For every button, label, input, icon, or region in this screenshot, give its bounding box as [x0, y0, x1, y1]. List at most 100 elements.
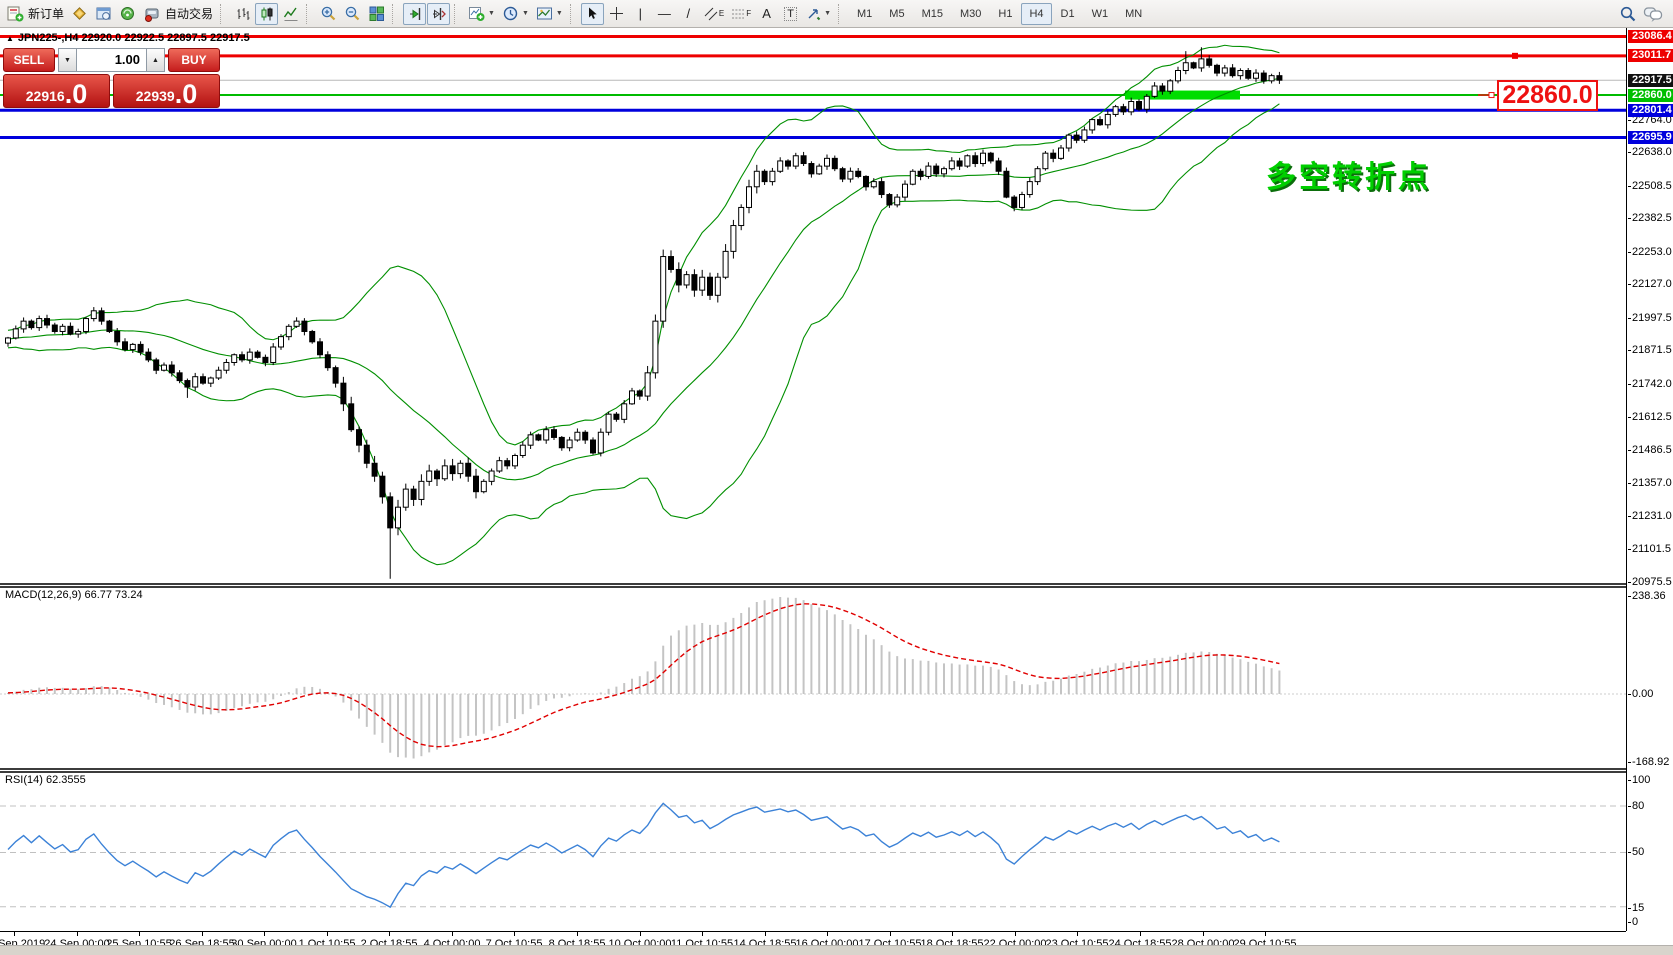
timeframe-button-w1[interactable]: W1: [1084, 3, 1117, 25]
candlestick-chart-icon: [259, 6, 275, 22]
cursor-tool-button[interactable]: [581, 3, 604, 25]
pane-splitter-macd[interactable]: [0, 583, 1673, 588]
market-watch-icon: [71, 5, 88, 22]
timeframe-button-h4[interactable]: H4: [1021, 3, 1051, 25]
time-tick: [514, 932, 515, 936]
price-scale-label: 21101.5: [1628, 543, 1673, 556]
toolbar-separator: [838, 4, 844, 24]
zoom-in-button[interactable]: [317, 3, 340, 25]
sell-price-panel[interactable]: 22916.0: [3, 74, 110, 108]
sell-price-main: 22916: [26, 89, 65, 103]
channel-icon: [704, 7, 718, 21]
macd-pane-canvas[interactable]: [0, 586, 1627, 768]
buy-price-panel[interactable]: 22939.0: [113, 74, 220, 108]
time-tick: [1203, 932, 1204, 936]
rsi-axis-label: 50: [1628, 846, 1673, 859]
timeframe-button-d1[interactable]: D1: [1053, 3, 1083, 25]
dropdown-arrow-icon: ▼: [556, 10, 563, 17]
timeframe-button-mn[interactable]: MN: [1117, 3, 1150, 25]
price-scale-label: 21612.5: [1628, 411, 1673, 424]
fibonacci-icon: [731, 7, 745, 21]
macd-signal-line: [8, 604, 1279, 747]
autotrading-label: 自动交易: [165, 5, 213, 22]
periods-button[interactable]: ▼: [499, 3, 532, 25]
rsi-axis-label: 0: [1628, 916, 1673, 929]
chart-shift-button[interactable]: [427, 3, 450, 25]
price-scale-label: 21486.5: [1628, 444, 1673, 457]
macd-histogram: [8, 597, 1279, 758]
volume-input[interactable]: 1.00: [77, 48, 146, 72]
buy-button[interactable]: BUY: [168, 48, 220, 72]
time-tick: [640, 932, 641, 936]
channel-suffix: E: [719, 9, 724, 18]
fibonacci-suffix: F: [746, 9, 751, 18]
new-order-icon: [7, 5, 24, 22]
new-order-button[interactable]: 新订单: [4, 3, 67, 25]
price-scale-label: 22253.0: [1628, 246, 1673, 259]
timeframe-button-m15[interactable]: M15: [914, 3, 951, 25]
market-watch-button[interactable]: [68, 3, 91, 25]
price-scale-label: 21997.5: [1628, 312, 1673, 325]
timeframe-bar: M1M5M15M30H1H4D1W1MN: [849, 3, 1150, 25]
search-icon[interactable]: [1619, 5, 1637, 23]
price-marker-label: 23086.4: [1628, 30, 1673, 43]
toolbar-separator: [570, 4, 576, 24]
time-tick: [1140, 932, 1141, 936]
time-tick: [1015, 932, 1016, 936]
indicators-button[interactable]: ▼: [465, 3, 498, 25]
horizontal-line-icon: —: [658, 6, 671, 21]
text-tool-button[interactable]: A: [755, 3, 778, 25]
timeframe-button-m1[interactable]: M1: [849, 3, 880, 25]
price-scale-label: 22127.0: [1628, 278, 1673, 291]
time-tick: [327, 932, 328, 936]
volume-increase-button[interactable]: ▲: [146, 48, 165, 72]
rsi-pane-canvas[interactable]: [0, 771, 1627, 931]
pane-splitter-rsi[interactable]: [0, 768, 1673, 773]
time-tick: [452, 932, 453, 936]
price-callout-label[interactable]: 22860.0: [1497, 80, 1598, 111]
channel-tool-button[interactable]: E: [701, 3, 727, 25]
fibonacci-tool-button[interactable]: F: [728, 3, 754, 25]
symbol-ohlc-text: JPN225-,H4 22920.0 22922.5 22897.5 22917…: [18, 32, 250, 44]
sell-button[interactable]: SELL: [3, 48, 55, 72]
toolbar-separator: [220, 4, 226, 24]
vertical-line-icon: |: [639, 6, 642, 21]
chart-shift-icon: [431, 6, 447, 22]
text-icon: A: [762, 6, 771, 21]
timeframe-button-m5[interactable]: M5: [881, 3, 912, 25]
navigator-button[interactable]: [116, 3, 139, 25]
zoom-in-icon: [320, 5, 337, 22]
templates-button[interactable]: ▼: [533, 3, 566, 25]
candles: [6, 47, 1282, 579]
arrows-tool-button[interactable]: ▼: [803, 3, 834, 25]
horizontal-line-tool-button[interactable]: —: [653, 3, 676, 25]
text-label-tool-button[interactable]: T: [779, 3, 802, 25]
autotrading-icon: [143, 5, 161, 22]
collapse-arrow-icon[interactable]: ▲: [6, 34, 14, 43]
zoom-out-icon: [344, 5, 361, 22]
autotrading-button[interactable]: 自动交易: [140, 3, 216, 25]
vertical-line-tool-button[interactable]: |: [629, 3, 652, 25]
chart-bars-button[interactable]: [231, 3, 254, 25]
main-chart-canvas[interactable]: [0, 28, 1627, 583]
trendline-tool-button[interactable]: /: [677, 3, 700, 25]
crosshair-tool-button[interactable]: [605, 3, 628, 25]
buy-price-main: 22939: [136, 89, 175, 103]
volume-decrease-button[interactable]: ▼: [58, 48, 77, 72]
time-tick: [577, 932, 578, 936]
zoom-out-button[interactable]: [341, 3, 364, 25]
timeframe-button-m30[interactable]: M30: [952, 3, 989, 25]
price-axis[interactable]: 22764.022638.022508.522382.522253.022127…: [1626, 28, 1673, 931]
time-tick: [1265, 932, 1266, 936]
chart-line-button[interactable]: [279, 3, 302, 25]
turning-point-annotation[interactable]: 多空转折点: [1266, 152, 1431, 196]
chart-candles-button[interactable]: [255, 3, 278, 25]
dropdown-arrow-icon: ▼: [522, 10, 529, 17]
chat-icon[interactable]: [1643, 5, 1663, 23]
data-window-button[interactable]: [92, 3, 115, 25]
tile-windows-button[interactable]: [365, 3, 388, 25]
rsi-label: RSI(14) 62.3555: [5, 774, 86, 786]
time-tick: [389, 932, 390, 936]
auto-scroll-button[interactable]: [403, 3, 426, 25]
timeframe-button-h1[interactable]: H1: [990, 3, 1020, 25]
